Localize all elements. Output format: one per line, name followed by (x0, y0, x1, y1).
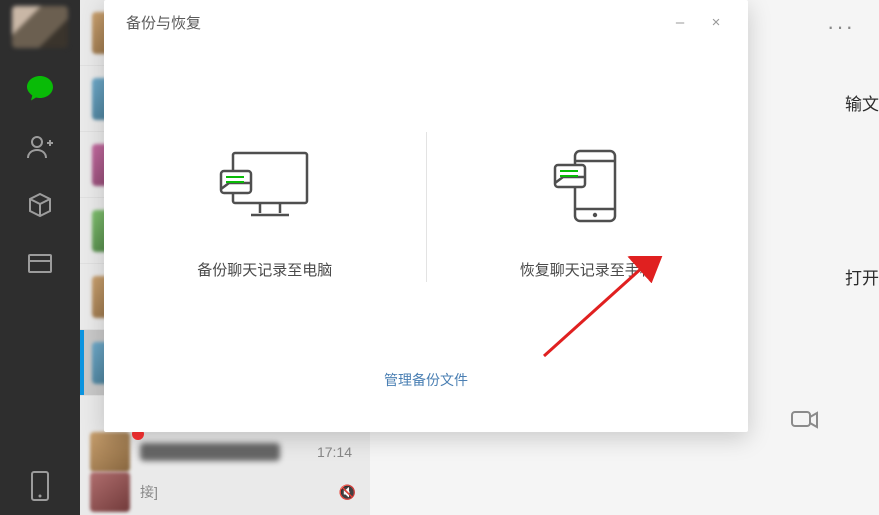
dialog-header: 备份与恢复 – × (104, 0, 748, 44)
chat-list-item[interactable]: 接] 🔇 (80, 472, 370, 512)
side-text: 输文 (845, 90, 879, 115)
monitor-icon (215, 145, 315, 231)
more-button[interactable]: ··· (827, 14, 855, 40)
backup-label: 备份聊天记录至电脑 (197, 259, 332, 280)
nav-contacts[interactable] (0, 118, 80, 176)
chat-list-item[interactable]: 17:14 (80, 432, 370, 472)
nav-phone[interactable] (0, 457, 80, 515)
minimize-button[interactable]: – (662, 8, 698, 36)
dialog-body: 备份聊天记录至电脑 恢复聊天记录至手机 (104, 44, 748, 370)
backup-to-pc-option[interactable]: 备份聊天记录至电脑 (104, 135, 426, 280)
contacts-icon (25, 132, 55, 162)
side-text: 打开 (845, 264, 879, 289)
dialog-title: 备份与恢复 (126, 12, 662, 33)
nav-sidebar (0, 0, 80, 515)
manage-backup-link[interactable]: 管理备份文件 (384, 370, 468, 390)
mute-icon: 🔇 (339, 484, 356, 501)
phone-icon (29, 470, 51, 502)
user-avatar[interactable] (12, 6, 68, 48)
call-icon[interactable] (791, 408, 819, 437)
close-button[interactable]: × (698, 8, 734, 36)
app-root: 17:14 接] 🔇 ··· 输文 打开 备份与恢复 – × (0, 0, 879, 515)
restore-label: 恢复聊天记录至手机 (520, 259, 655, 280)
chat-icon (23, 72, 57, 106)
nav-chat[interactable] (0, 60, 80, 118)
favorites-icon (26, 191, 54, 219)
backup-restore-dialog: 备份与恢复 – × 备份聊天记录至电脑 (104, 0, 748, 432)
nav-favorites[interactable] (0, 176, 80, 234)
chat-snippet: 接] (140, 482, 158, 502)
mobile-icon (537, 145, 637, 231)
nav-files[interactable] (0, 234, 80, 292)
dialog-footer: 管理备份文件 (104, 370, 748, 432)
files-icon (26, 249, 54, 277)
chat-time: 17:14 (317, 444, 352, 460)
restore-to-phone-option[interactable]: 恢复聊天记录至手机 (427, 135, 749, 280)
